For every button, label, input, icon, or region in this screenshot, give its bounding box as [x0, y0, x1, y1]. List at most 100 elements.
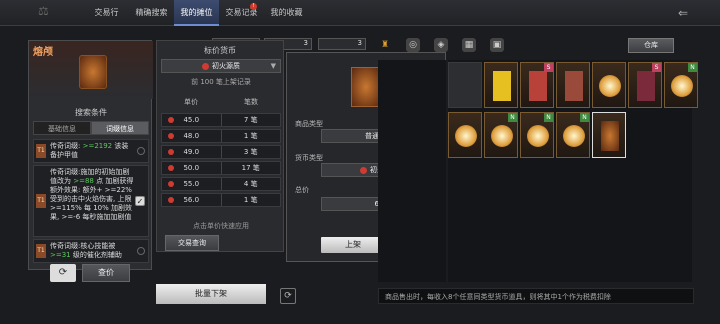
item-icon	[79, 55, 107, 89]
new-badge: N	[688, 63, 697, 72]
price-row[interactable]: 48.0 1 笔	[161, 129, 281, 143]
fire-essence-icon	[202, 62, 209, 70]
scales-icon: ⚖	[38, 4, 49, 18]
listing-item-icon	[351, 67, 381, 107]
rarity-badge: S	[544, 63, 553, 72]
fire-essence-icon	[360, 166, 367, 174]
inventory-slot[interactable]: N	[664, 62, 698, 108]
fire-essence-icon	[168, 165, 174, 171]
grid-icon[interactable]: ▦	[462, 38, 476, 52]
query-price-button[interactable]: 查价	[82, 264, 130, 282]
price-row[interactable]: 49.0 3 笔	[161, 145, 281, 159]
new-badge: N	[508, 113, 517, 122]
inventory-empty-area	[378, 60, 446, 282]
helmet-icon[interactable]: ♜	[378, 38, 392, 52]
row-count: 1 笔	[243, 196, 258, 204]
row-count: 4 笔	[243, 180, 258, 188]
list-item-button[interactable]: 上架	[321, 237, 385, 253]
row-count: 1 笔	[243, 132, 258, 140]
column-unit-price: 单价	[184, 98, 198, 106]
affix-value: >=88	[73, 177, 94, 185]
row-count: 7 笔	[243, 116, 258, 124]
fire-essence-icon	[168, 181, 174, 187]
inventory-slot[interactable]: N	[484, 112, 518, 158]
inventory-slot-selected[interactable]	[592, 112, 626, 158]
price-listing-panel: 标价货币 初火源质 ▼ 前 100 笔上架记录 单价 笔数 45.0 7 笔 48…	[156, 40, 284, 252]
weapon-icon	[637, 71, 655, 101]
tab-trade-records[interactable]: 交易记录!	[219, 0, 264, 26]
tab-trade-market[interactable]: 交易行	[84, 0, 129, 26]
nav-tabs: 交易行 精确搜索 我的摊位 交易记录! 我的收藏	[84, 0, 309, 26]
inventory-slot[interactable]	[484, 62, 518, 108]
item-header: 熔颅	[29, 41, 153, 99]
subtab-affix-info[interactable]: 词缀信息	[91, 121, 149, 135]
fire-essence-icon	[168, 149, 174, 155]
ring-icon[interactable]: ◎	[406, 38, 420, 52]
warehouse-button[interactable]: 仓库	[628, 38, 674, 53]
inventory-slot[interactable]: S	[520, 62, 554, 108]
tab-my-stall[interactable]: 我的摊位	[174, 0, 219, 26]
inventory-slot[interactable]: N	[556, 112, 590, 158]
fire-essence-icon	[168, 117, 174, 123]
tax-notice: 商品售出时，每收入8个任意同类型货币道具，则将其中1个作为税费扣除	[378, 288, 694, 304]
armor-icon	[601, 121, 619, 151]
price-table-header: 单价 笔数	[161, 97, 281, 109]
new-badge: N	[544, 113, 553, 122]
row-count: 3 笔	[243, 148, 258, 156]
affix-radio[interactable]	[137, 147, 145, 155]
dropdown-arrow-icon: ▼	[270, 62, 276, 70]
refresh-icon[interactable]: ⟳	[280, 288, 296, 304]
affix-radio[interactable]	[137, 247, 145, 255]
bulk-delist-button[interactable]: 批量下架	[156, 284, 266, 304]
trade-query-button[interactable]: 交易查询	[165, 235, 219, 251]
affix-row[interactable]: T1 传奇词缀: >=2192 该装备护甲值	[33, 139, 149, 163]
tab-exact-search[interactable]: 精确搜索	[129, 0, 174, 26]
info-subtabs: 基础信息 词缀信息	[33, 121, 149, 135]
total-price-label: 总价	[295, 186, 309, 194]
new-badge: N	[580, 113, 589, 122]
affix-row[interactable]: T1 传奇词缀:施加的初始加剧值改为 >=88 点 加剧获得额外效果: 额外+ …	[33, 165, 149, 237]
gem-icon[interactable]: ◈	[434, 38, 448, 52]
listing-note: 前 100 笔上架记录	[191, 78, 251, 86]
inventory-slot-empty[interactable]	[448, 62, 482, 108]
price-row[interactable]: 50.0 17 笔	[161, 161, 281, 175]
affix-tail: 级的催化剂辅助	[70, 251, 122, 259]
tier-tag: T1	[36, 194, 46, 208]
affix-label: 传奇词缀:核心技能被	[50, 242, 116, 250]
item-name: 熔颅	[33, 47, 53, 58]
top-nav-bar: ⚖ 交易行 精确搜索 我的摊位 交易记录! 我的收藏 ⇐	[0, 0, 720, 26]
subtab-basic-info[interactable]: 基础信息	[33, 121, 91, 135]
inventory-slot[interactable]	[448, 112, 482, 158]
affix-text: 传奇词缀:施加的初始加剧值改为 >=88 点 加剧获得额外效果: 额外+ >=2…	[50, 168, 134, 222]
back-arrow-icon[interactable]: ⇐	[678, 6, 688, 20]
tier-tag: T1	[36, 144, 46, 158]
currency-type-label: 货币类型	[295, 154, 323, 162]
inventory-slot[interactable]: N	[520, 112, 554, 158]
affix-value: >=2192	[82, 142, 113, 150]
inventory-slot[interactable]	[556, 62, 590, 108]
chest-icon	[565, 71, 583, 101]
fire-essence-icon	[168, 197, 174, 203]
price-currency-title: 标价货币	[204, 46, 236, 55]
bag-icon[interactable]: ▣	[490, 38, 504, 52]
gold-bar-icon	[493, 71, 511, 101]
inventory-slot[interactable]	[592, 62, 626, 108]
quick-apply-hint: 点击单价快速应用	[193, 222, 249, 230]
fire-essence-icon	[168, 133, 174, 139]
refresh-icon[interactable]: ⟳	[50, 264, 76, 282]
affix-text: 传奇词缀:核心技能被 >=31 级的催化剂辅助	[50, 242, 134, 260]
price-row[interactable]: 55.0 4 笔	[161, 177, 281, 191]
tab-my-favorites[interactable]: 我的收藏	[264, 0, 309, 26]
affix-text: 传奇词缀: >=2192 该装备护甲值	[50, 142, 134, 160]
column-count: 笔数	[244, 98, 258, 106]
price-row[interactable]: 45.0 7 笔	[161, 113, 281, 127]
affix-value: >=31	[50, 251, 71, 259]
currency-select[interactable]: 初火源质 ▼	[161, 59, 281, 73]
price-row[interactable]: 56.0 1 笔	[161, 193, 281, 207]
inventory-slot[interactable]: S	[628, 62, 662, 108]
affix-checkbox[interactable]: ✓	[135, 196, 145, 206]
currency-select-value: 初火源质	[212, 62, 240, 70]
rarity-badge: S	[652, 63, 661, 72]
affix-row[interactable]: T1 传奇词缀:核心技能被 >=31 级的催化剂辅助	[33, 239, 149, 263]
affix-label: 传奇词缀:	[50, 142, 83, 150]
